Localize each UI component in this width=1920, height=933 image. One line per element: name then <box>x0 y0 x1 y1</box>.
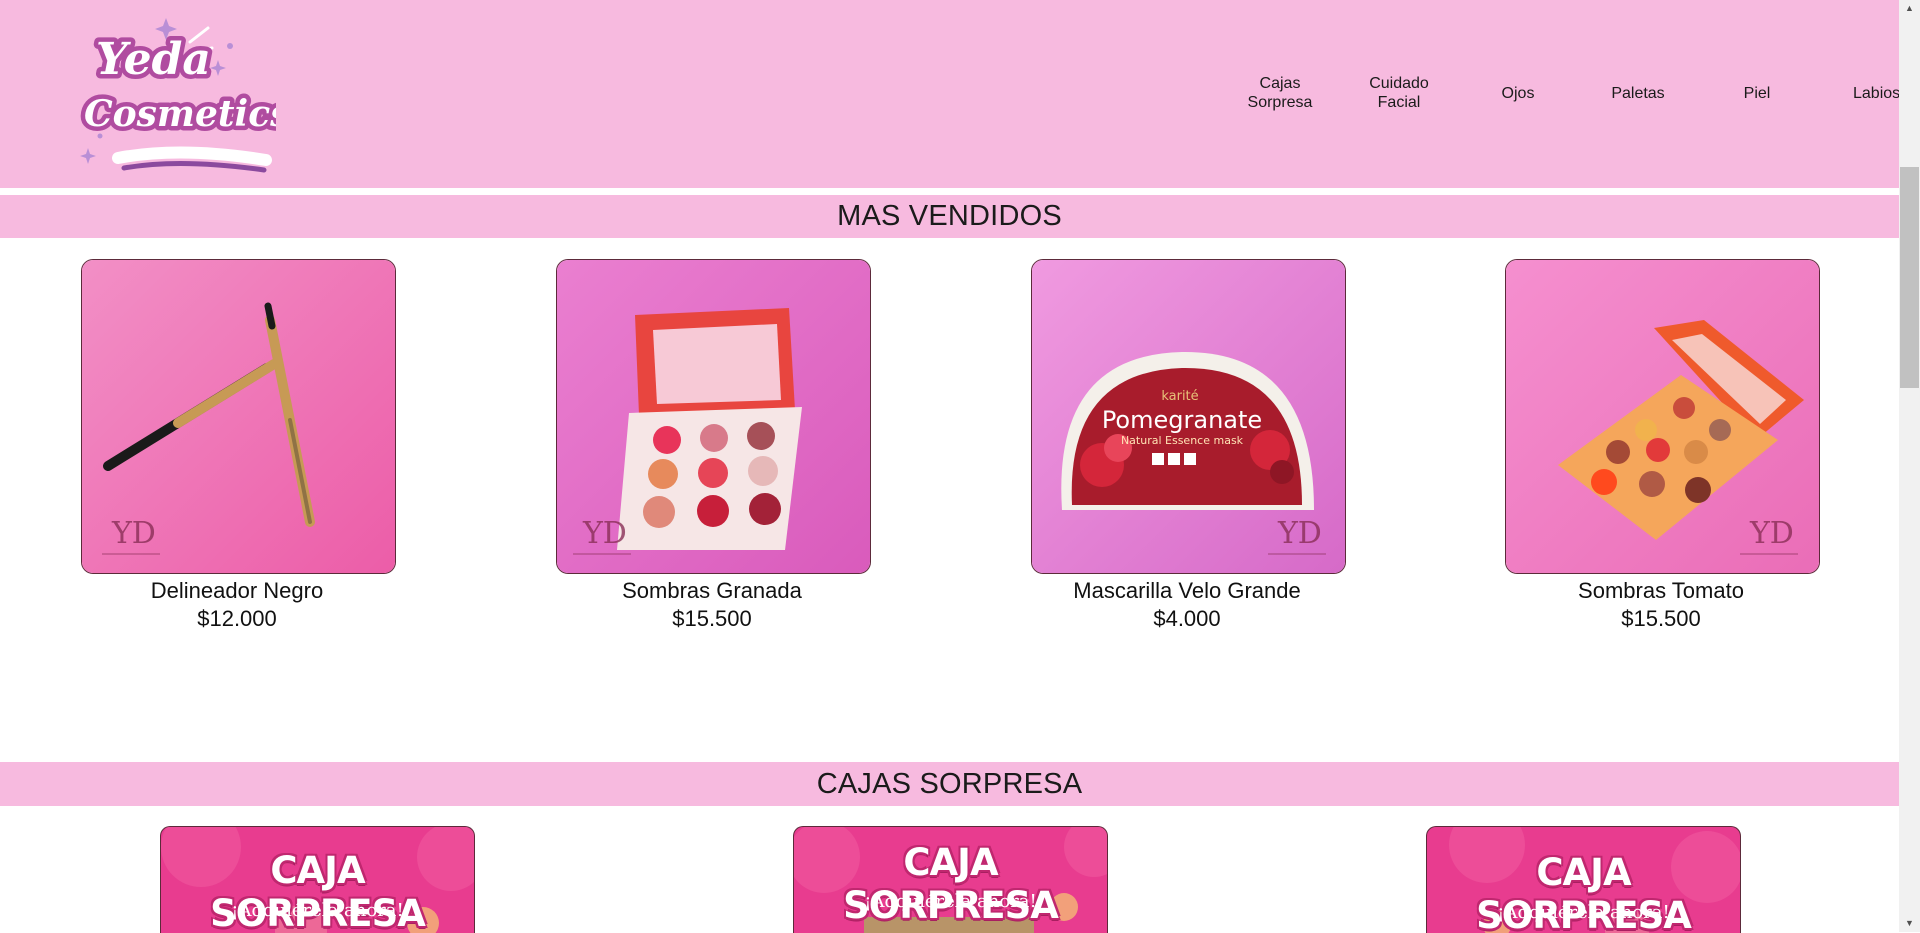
surprise-box-card[interactable]: CAJA SORPRESA ¡Adquiérela ahora! <box>1426 826 1741 933</box>
surprise-box-card[interactable]: CAJA SORPRESA ¡Adquiérela ahora! <box>793 826 1108 933</box>
nav-label: Facial <box>1377 94 1421 111</box>
mask-brand: karité <box>1161 389 1198 404</box>
watermark-logo: YD <box>111 516 156 551</box>
box-subtitle: ¡Adquiérela ahora! <box>864 891 1037 912</box>
section-title-surprise-boxes: CAJAS SORPRESA <box>0 762 1899 806</box>
scrollbar-thumb[interactable] <box>1900 167 1919 388</box>
nav-labios[interactable]: Labios <box>1826 84 1899 103</box>
product-name[interactable]: Sombras Tomato <box>1461 578 1861 604</box>
product-image-palette-tomato[interactable]: YD <box>1505 259 1820 574</box>
surprise-box-card[interactable]: CAJA SORPRESA ¡Adquiérela ahora! <box>160 826 475 933</box>
mask-subtitle: Natural Essence mask <box>1121 434 1244 447</box>
product-image-eyeliner[interactable]: YD <box>81 259 396 574</box>
product-price: $4.000 <box>1153 606 1221 631</box>
nav-piel[interactable]: Piel <box>1707 84 1807 103</box>
product-image-mask[interactable]: karité Pomegranate Natural Essence mask … <box>1031 259 1346 574</box>
product-name[interactable]: Mascarilla Velo Grande <box>987 578 1387 604</box>
nav-label: Cuidado <box>1369 75 1429 92</box>
nav-cajas-sorpresa[interactable]: Cajas Sorpresa <box>1230 74 1330 112</box>
watermark-logo: YD <box>582 516 627 551</box>
product-name[interactable]: Sombras Granada <box>512 578 912 604</box>
logo-text-line2-fill: Cosmetics <box>84 93 276 135</box>
logo-text-line1-fill: Yeda <box>96 34 211 85</box>
vertical-scrollbar[interactable] <box>1899 0 1920 932</box>
product-price: $15.500 <box>672 606 752 631</box>
box-title: CAJA SORPRESA <box>843 841 1059 927</box>
box-subtitle: ¡Adquiérela ahora! <box>1497 902 1670 923</box>
product-image-palette-granada[interactable]: YD <box>556 259 871 574</box>
product-price: $15.500 <box>1621 606 1701 631</box>
product-name[interactable]: Delineador Negro <box>37 578 437 604</box>
nav-label: Sorpresa <box>1247 94 1313 111</box>
nav-cuidado-facial[interactable]: Cuidado Facial <box>1349 74 1449 112</box>
product-price: $12.000 <box>197 606 277 631</box>
nav-paletas[interactable]: Paletas <box>1588 84 1688 103</box>
box-subtitle: ¡Adquiérela ahora! <box>231 900 404 921</box>
watermark-logo: YD <box>1749 516 1794 551</box>
section-title-best-sellers: MAS VENDIDOS <box>0 195 1899 238</box>
nav-ojos[interactable]: Ojos <box>1468 84 1568 103</box>
mask-title: Pomegranate <box>1102 406 1262 434</box>
scroll-up-arrow-icon[interactable]: ▲ <box>1899 0 1920 17</box>
scroll-down-arrow-icon[interactable]: ▼ <box>1899 915 1920 932</box>
yeda-cosmetics-logo[interactable]: Yeda Yeda Cosmetics Cosmetics <box>80 8 295 178</box>
nav-label: Cajas <box>1259 75 1301 92</box>
site-header: Yeda Yeda Cosmetics Cosmetics Cajas Sorp… <box>0 0 1899 188</box>
watermark-logo: YD <box>1277 516 1322 551</box>
